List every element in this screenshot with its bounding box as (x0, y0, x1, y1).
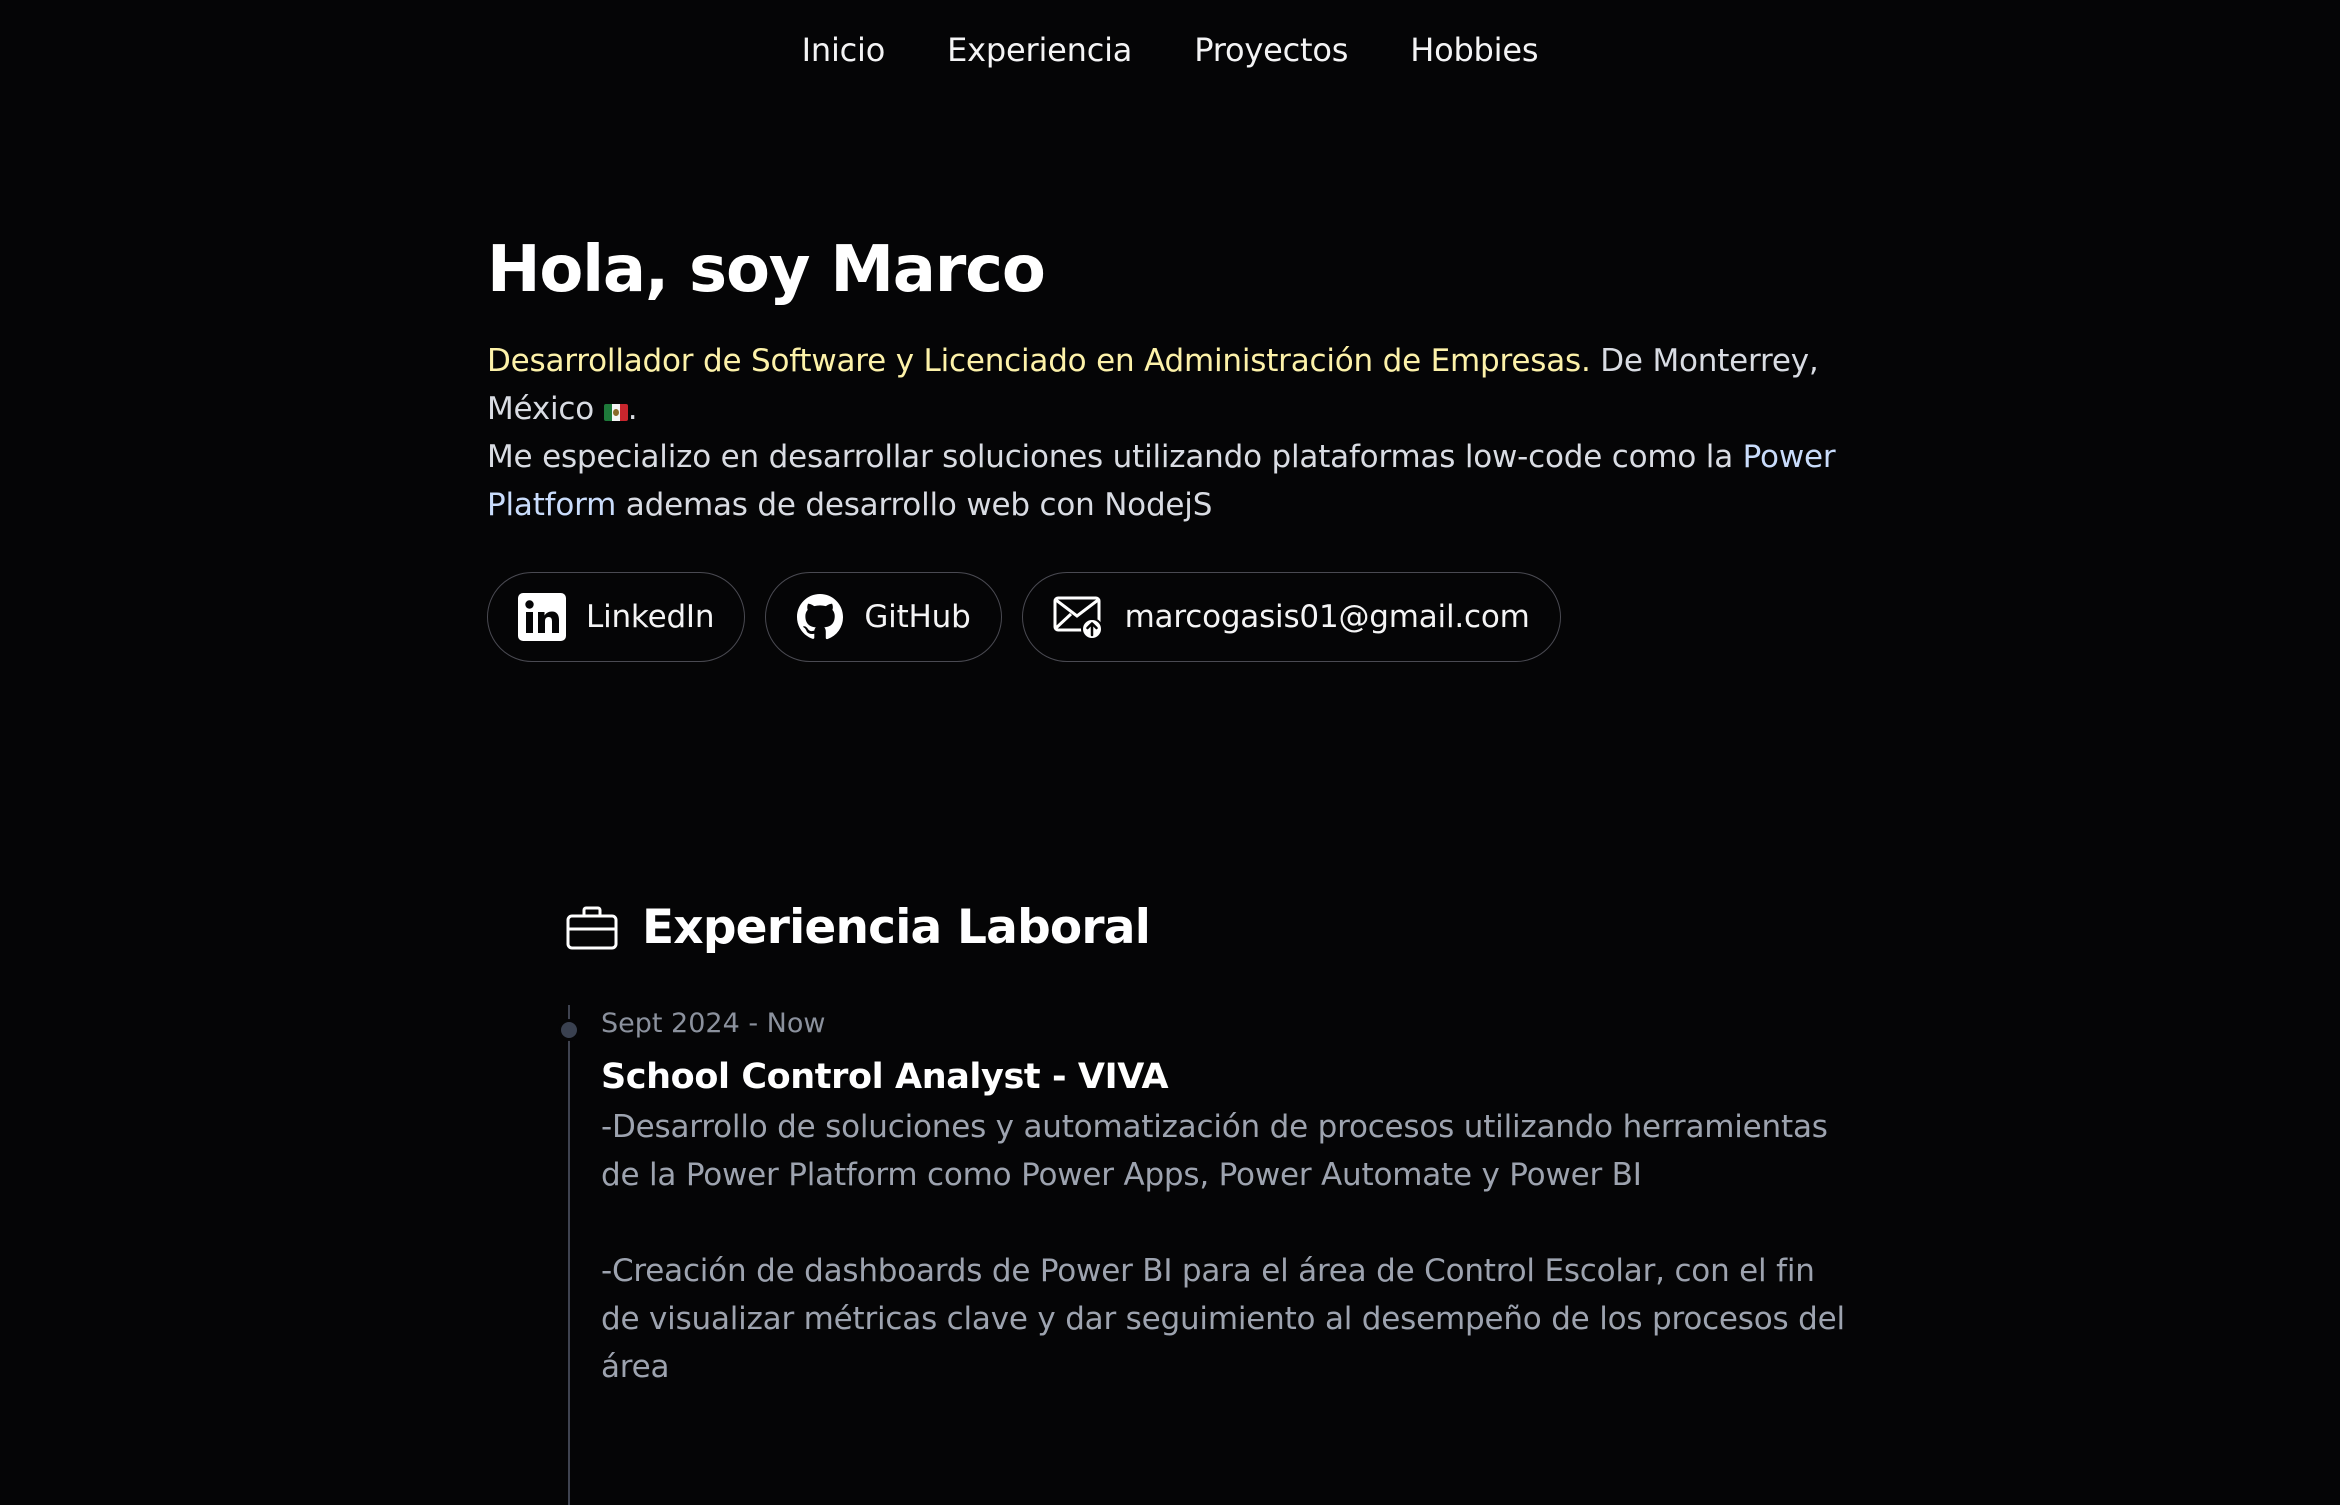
briefcase-icon (566, 905, 618, 951)
nav-link-hobbies[interactable]: Hobbies (1410, 31, 1538, 69)
mail-icon (1053, 594, 1105, 640)
experience-section: Experiencia Laboral Sept 2024 - Now Scho… (558, 900, 1866, 1505)
top-nav: Inicio Experiencia Proyectos Hobbies (0, 0, 2340, 100)
github-icon (796, 593, 844, 641)
specialty-prefix: Me especializo en desarrollar soluciones… (487, 439, 1743, 475)
location-period: . (627, 391, 638, 427)
experience-header: Experiencia Laboral (566, 900, 1866, 955)
linkedin-icon (518, 593, 566, 641)
nav-link-inicio[interactable]: Inicio (802, 31, 886, 69)
hero-title: Hola, soy Marco (487, 233, 1046, 307)
social-links: LinkedIn GitHub marcogasis01@gmail.com (487, 572, 1907, 662)
linkedin-label: LinkedIn (586, 599, 715, 635)
experience-timeline: Sept 2024 - Now School Control Analyst -… (558, 1005, 1866, 1505)
job-role: School Control Analyst - VIVA (601, 1057, 1169, 1097)
job-date: Sept 2024 - Now (601, 1008, 826, 1039)
job-paragraph: -Desarrollo de soluciones y automatizaci… (601, 1109, 1828, 1193)
nav-link-proyectos[interactable]: Proyectos (1194, 31, 1348, 69)
email-label: marcogasis01@gmail.com (1124, 599, 1530, 635)
mexico-flag-icon (603, 404, 628, 421)
hero-description: Desarrollador de Software y Licenciado e… (487, 337, 1907, 529)
timeline-line (568, 1005, 570, 1505)
linkedin-button[interactable]: LinkedIn (487, 572, 746, 662)
job-paragraph: -Creación de dashboards de Power BI para… (601, 1253, 1845, 1385)
timeline-item: Sept 2024 - Now School Control Analyst -… (558, 1005, 1866, 1391)
nav-link-experiencia[interactable]: Experiencia (947, 31, 1132, 69)
github-button[interactable]: GitHub (765, 572, 1002, 662)
specialty-suffix: ademas de desarrollo web con NodejS (616, 487, 1213, 523)
github-label: GitHub (864, 599, 971, 635)
email-button[interactable]: marcogasis01@gmail.com (1021, 572, 1561, 662)
role-highlight: Desarrollador de Software y Licenciado e… (487, 343, 1591, 379)
experience-title: Experiencia Laboral (642, 900, 1151, 955)
job-description: -Desarrollo de soluciones y automatizaci… (601, 1103, 1851, 1391)
hero-section: Hola, soy Marco Desarrollador de Softwar… (487, 225, 1907, 662)
timeline-dot (558, 1019, 580, 1041)
